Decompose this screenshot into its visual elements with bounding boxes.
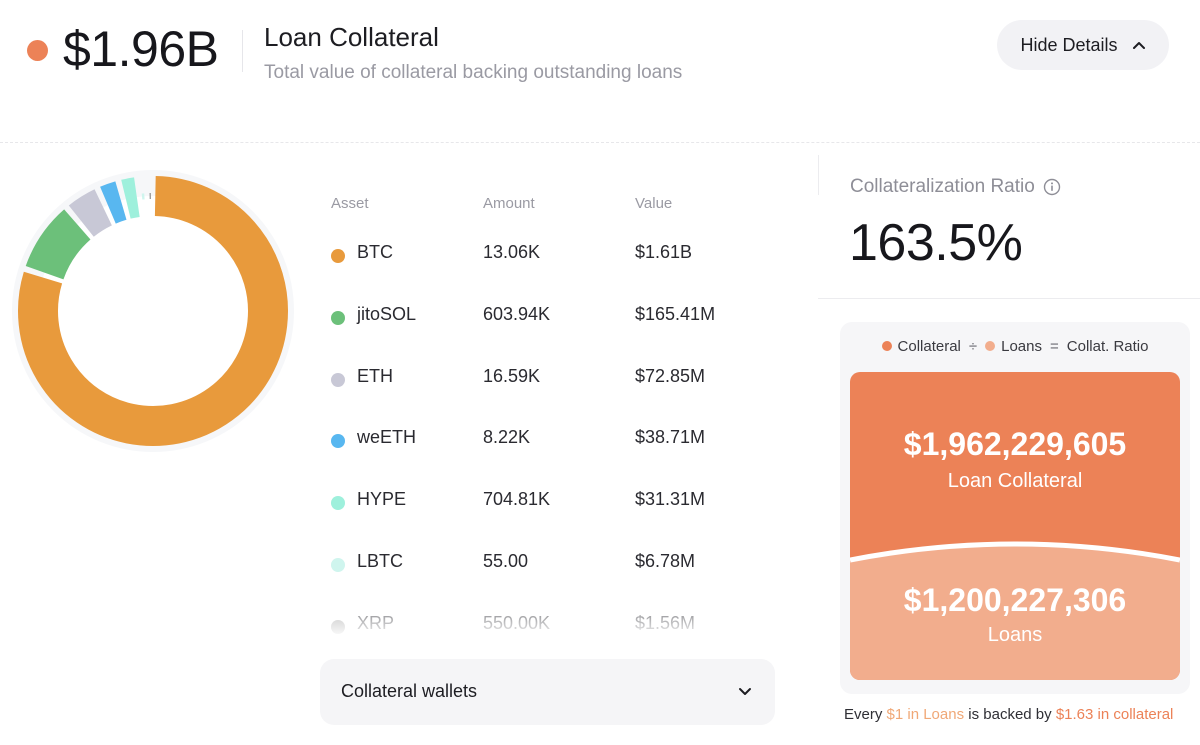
chevron-down-icon [739, 688, 751, 695]
asset-name: BTC [357, 242, 393, 262]
asset-value: $1.61B [635, 242, 693, 262]
table-row[interactable]: weETH 8.22K $38.71M [330, 427, 800, 457]
status-dot [27, 40, 48, 61]
legend-ratio-label: Collat. Ratio [1066, 338, 1149, 355]
asset-amount: 704.81K [483, 489, 551, 509]
collateral-wallets-dropdown[interactable]: Collateral wallets [320, 659, 775, 725]
summary-highlight-loans: $1 in Loans [886, 706, 965, 723]
hide-details-label: Hide Details [1020, 34, 1118, 55]
legend-collateral-dot [881, 341, 892, 351]
collateral-donut-chart [12, 170, 294, 452]
asset-value: $165.41M [635, 304, 716, 324]
chevron-up-icon [1132, 42, 1145, 49]
asset-name: jitoSOL [357, 304, 417, 324]
summary-text-2: is backed by [964, 706, 1056, 723]
asset-name: LBTC [357, 551, 404, 571]
asset-amount: 13.06K [483, 242, 541, 262]
asset-name: XRP [357, 613, 395, 633]
legend-divide-sign: ÷ [968, 338, 978, 355]
ratio-label: Collateralization Ratio [850, 176, 1061, 198]
ratio-label-text: Collateralization Ratio [850, 176, 1035, 197]
asset-amount: 603.94K [483, 304, 551, 324]
loans-label: Loans [987, 624, 1043, 646]
asset-name: ETH [357, 366, 393, 386]
backing-summary: Every $1 in Loans is backed by $1.63 in … [844, 706, 1173, 723]
header: $1.96B Loan Collateral Total value of co… [0, 0, 1200, 120]
donut-slice-jitosol[interactable] [25, 209, 91, 280]
summary-highlight-collateral: $1.63 in collateral [1055, 706, 1174, 723]
hide-details-button[interactable]: Hide Details [997, 20, 1169, 70]
column-header-asset: Asset [331, 195, 369, 212]
legend-equals-sign: = [1050, 338, 1059, 355]
collateral-wallets-label: Collateral wallets [341, 681, 478, 701]
asset-name: HYPE [357, 489, 407, 509]
asset-color-dot [331, 311, 345, 325]
legend-collateral-label: Collateral [897, 338, 961, 355]
asset-color-dot [331, 620, 345, 634]
column-header-value: Value [635, 195, 673, 212]
donut-slice-weeth[interactable] [100, 181, 127, 224]
total-collateral-value: $1.96B [63, 21, 219, 77]
asset-color-dot [331, 249, 345, 263]
collateral-amount: $1,962,229,605 [903, 426, 1127, 462]
header-divider [242, 30, 243, 72]
panel-divider [818, 155, 819, 195]
panel-divider-horizontal [818, 298, 1200, 299]
column-header-amount: Amount [483, 195, 535, 212]
asset-value: $1.56M [635, 613, 696, 633]
table-row[interactable]: LBTC 55.00 $6.78M [330, 551, 800, 581]
collateral-label: Loan Collateral [947, 470, 1083, 492]
legend-loans-dot [985, 341, 996, 351]
page-subtitle: Total value of collateral backing outsta… [264, 62, 683, 83]
asset-color-dot [331, 496, 345, 510]
donut-slice-eth[interactable] [68, 189, 113, 238]
asset-color-dot [331, 373, 345, 387]
table-row[interactable]: ETH 16.59K $72.85M [330, 366, 800, 396]
table-row[interactable]: HYPE 704.81K $31.31M [330, 489, 800, 519]
donut-slice-hype[interactable] [121, 177, 140, 219]
page-title: Loan Collateral [264, 22, 439, 52]
loans-amount: $1,200,227,306 [903, 582, 1127, 618]
table-row[interactable]: BTC 13.06K $1.61B [330, 242, 800, 272]
section-divider [0, 142, 1200, 143]
ratio-value: 163.5% [849, 214, 1023, 272]
asset-value: $72.85M [635, 366, 706, 386]
table-row[interactable]: XRP 550.00K $1.56M [330, 613, 800, 643]
asset-name: weETH [357, 427, 417, 447]
asset-amount: 16.59K [483, 366, 541, 386]
asset-value: $38.71M [635, 427, 706, 447]
asset-color-dot [331, 558, 345, 572]
asset-amount: 8.22K [483, 427, 531, 447]
summary-text-1: Every [844, 706, 887, 723]
info-icon[interactable] [1043, 178, 1061, 196]
ratio-breakdown-card: Collateral ÷ Loans = Collat. Ratio $1,962,22… [840, 322, 1190, 694]
ratio-legend: Collateral ÷ Loans = Collat. Ratio [840, 338, 1190, 355]
asset-value: $31.31M [635, 489, 706, 509]
asset-amount: 55.00 [483, 551, 529, 571]
asset-color-dot [331, 434, 345, 448]
asset-value: $6.78M [635, 551, 696, 571]
table-row[interactable]: jitoSOL 603.94K $165.41M [330, 304, 800, 334]
asset-amount: 550.00K [483, 613, 551, 633]
legend-loans-label: Loans [1001, 338, 1042, 355]
